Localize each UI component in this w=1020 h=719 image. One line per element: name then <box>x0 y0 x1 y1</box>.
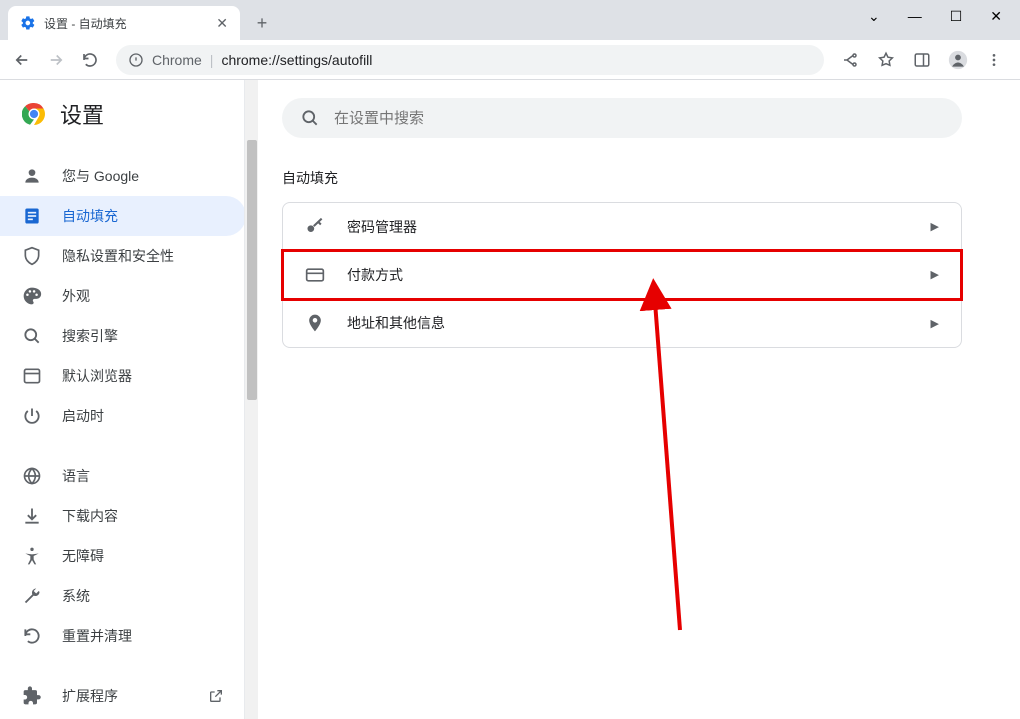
section-title: 自动填充 <box>258 156 1000 202</box>
reload-button[interactable] <box>76 46 104 74</box>
sidebar-item-autofill[interactable]: 自动填充 <box>0 196 246 236</box>
sidebar-item-reset[interactable]: 重置并清理 <box>0 616 246 656</box>
url-host: Chrome <box>152 52 202 68</box>
window-minimize-icon[interactable]: — <box>908 8 922 24</box>
tab-close-icon[interactable]: ✕ <box>216 15 228 32</box>
sidebar-item-appearance[interactable]: 外观 <box>0 276 246 316</box>
row-addresses[interactable]: 地址和其他信息 ▶ <box>283 299 961 347</box>
person-icon <box>22 166 42 186</box>
new-tab-button[interactable]: + <box>248 9 276 37</box>
power-icon <box>22 406 42 426</box>
site-info-icon[interactable] <box>128 52 144 68</box>
sidebar-item-default-browser[interactable]: 默认浏览器 <box>0 356 246 396</box>
chrome-logo-icon <box>22 102 46 126</box>
chevron-right-icon: ▶ <box>931 268 939 281</box>
sidebar-item-you-and-google[interactable]: 您与 Google <box>0 156 246 196</box>
credit-card-icon <box>305 265 325 285</box>
settings-search-input[interactable] <box>334 110 944 127</box>
globe-icon <box>22 466 42 486</box>
browser-icon <box>22 366 42 386</box>
sidebar-item-language[interactable]: 语言 <box>0 456 246 496</box>
palette-icon <box>22 286 42 306</box>
gear-icon <box>20 15 36 31</box>
search-icon <box>22 326 42 346</box>
wrench-icon <box>22 586 42 606</box>
browser-tab-bar: 设置 - 自动填充 ✕ + ⌄ — ☐ ✕ <box>0 0 1020 40</box>
sidebar-item-downloads[interactable]: 下载内容 <box>0 496 246 536</box>
window-maximize-icon[interactable]: ☐ <box>950 8 963 25</box>
tab-title: 设置 - 自动填充 <box>44 15 208 32</box>
key-icon <box>305 217 325 237</box>
browser-toolbar: Chrome | chrome://settings/autofill <box>0 40 1020 80</box>
bookmark-icon[interactable] <box>872 46 900 74</box>
sidebar-item-on-startup[interactable]: 启动时 <box>0 396 246 436</box>
autofill-card: 密码管理器 ▶ 付款方式 ▶ 地址和其他信息 ▶ <box>282 202 962 348</box>
extension-icon <box>22 686 42 706</box>
autofill-icon <box>22 206 42 226</box>
reset-icon <box>22 626 42 646</box>
location-icon <box>305 313 325 333</box>
share-icon[interactable] <box>836 46 864 74</box>
sidebar-item-system[interactable]: 系统 <box>0 576 246 616</box>
row-passwords[interactable]: 密码管理器 ▶ <box>283 203 961 251</box>
sidebar-title: 设置 <box>60 98 104 130</box>
address-bar[interactable]: Chrome | chrome://settings/autofill <box>116 45 824 75</box>
back-button[interactable] <box>8 46 36 74</box>
sidebar-item-search-engine[interactable]: 搜索引擎 <box>0 316 246 356</box>
download-icon <box>22 506 42 526</box>
side-panel-icon[interactable] <box>908 46 936 74</box>
profile-icon[interactable] <box>944 46 972 74</box>
chevron-right-icon: ▶ <box>931 220 939 233</box>
window-dropdown-icon[interactable]: ⌄ <box>868 8 880 25</box>
url-path: chrome://settings/autofill <box>221 52 372 68</box>
window-close-icon[interactable]: ✕ <box>990 8 1002 25</box>
settings-search[interactable] <box>282 98 962 138</box>
external-link-icon <box>208 688 224 704</box>
chevron-right-icon: ▶ <box>931 317 939 330</box>
scrollbar-thumb[interactable] <box>247 140 257 400</box>
settings-content: 设置 您与 Google 自动填充 隐私设置和安全性 外观 搜索引擎 <box>0 80 1020 719</box>
search-icon <box>300 108 320 128</box>
sidebar-scrollbar[interactable] <box>244 80 258 719</box>
shield-icon <box>22 246 42 266</box>
forward-button[interactable] <box>42 46 70 74</box>
browser-tab[interactable]: 设置 - 自动填充 ✕ <box>8 6 240 40</box>
settings-main: 自动填充 密码管理器 ▶ 付款方式 ▶ 地址和其他信息 ▶ <box>258 80 1020 719</box>
menu-icon[interactable] <box>980 46 1008 74</box>
sidebar-item-accessibility[interactable]: 无障碍 <box>0 536 246 576</box>
accessibility-icon <box>22 546 42 566</box>
sidebar-item-extensions[interactable]: 扩展程序 <box>0 676 246 716</box>
settings-sidebar: 设置 您与 Google 自动填充 隐私设置和安全性 外观 搜索引擎 <box>0 80 258 719</box>
row-payment-methods[interactable]: 付款方式 ▶ <box>283 251 961 299</box>
window-controls: ⌄ — ☐ ✕ <box>850 0 1020 32</box>
sidebar-item-privacy[interactable]: 隐私设置和安全性 <box>0 236 246 276</box>
